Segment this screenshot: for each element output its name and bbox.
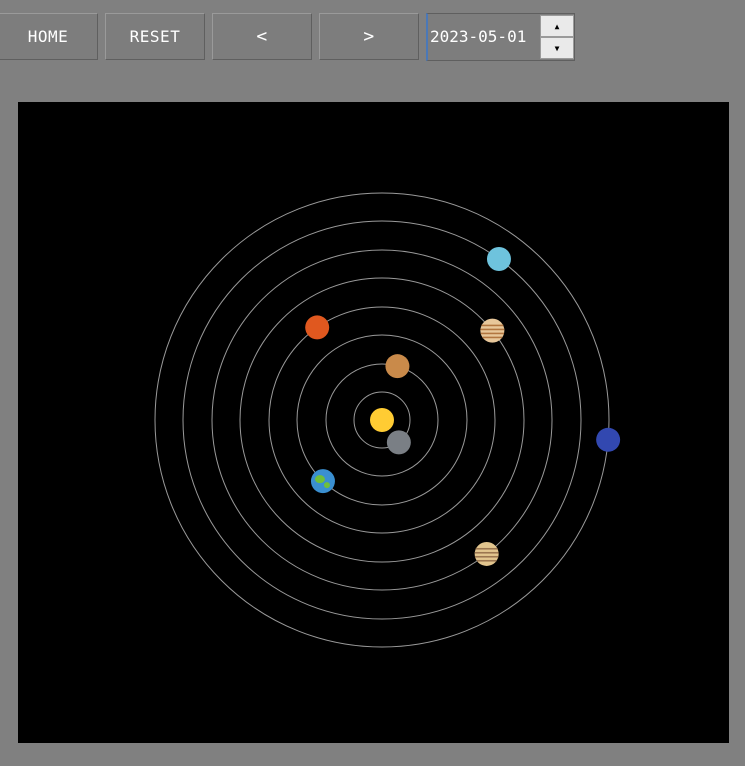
home-button[interactable]: HOME — [0, 13, 98, 60]
spin-up-button[interactable]: ▲ — [540, 15, 574, 37]
planet-neptune-icon[interactable] — [596, 427, 621, 452]
planet-earth-icon[interactable] — [310, 469, 335, 494]
planet-venus-icon[interactable] — [385, 354, 410, 379]
spin-down-button[interactable]: ▼ — [540, 37, 574, 59]
toolbar: HOME RESET < > 2023-05-01 ▲ ▼ — [0, 13, 745, 62]
triangle-up-icon: ▲ — [554, 21, 560, 31]
next-button[interactable]: > — [319, 13, 419, 60]
planet-mars-icon[interactable] — [305, 315, 330, 340]
previous-button[interactable]: < — [212, 13, 312, 60]
sun-icon[interactable] — [370, 408, 394, 432]
triangle-down-icon: ▼ — [554, 43, 560, 53]
date-spinner[interactable]: 2023-05-01 ▲ ▼ — [426, 13, 575, 61]
date-value[interactable]: 2023-05-01 — [430, 14, 526, 60]
solar-system-canvas[interactable] — [18, 102, 729, 743]
planet-mercury-icon[interactable] — [386, 430, 411, 455]
planet-saturn-icon[interactable] — [474, 541, 499, 566]
reset-button[interactable]: RESET — [105, 13, 205, 60]
planet-uranus-icon[interactable] — [486, 247, 511, 272]
solar-system-view — [154, 192, 621, 648]
planet-jupiter-icon[interactable] — [480, 318, 505, 343]
